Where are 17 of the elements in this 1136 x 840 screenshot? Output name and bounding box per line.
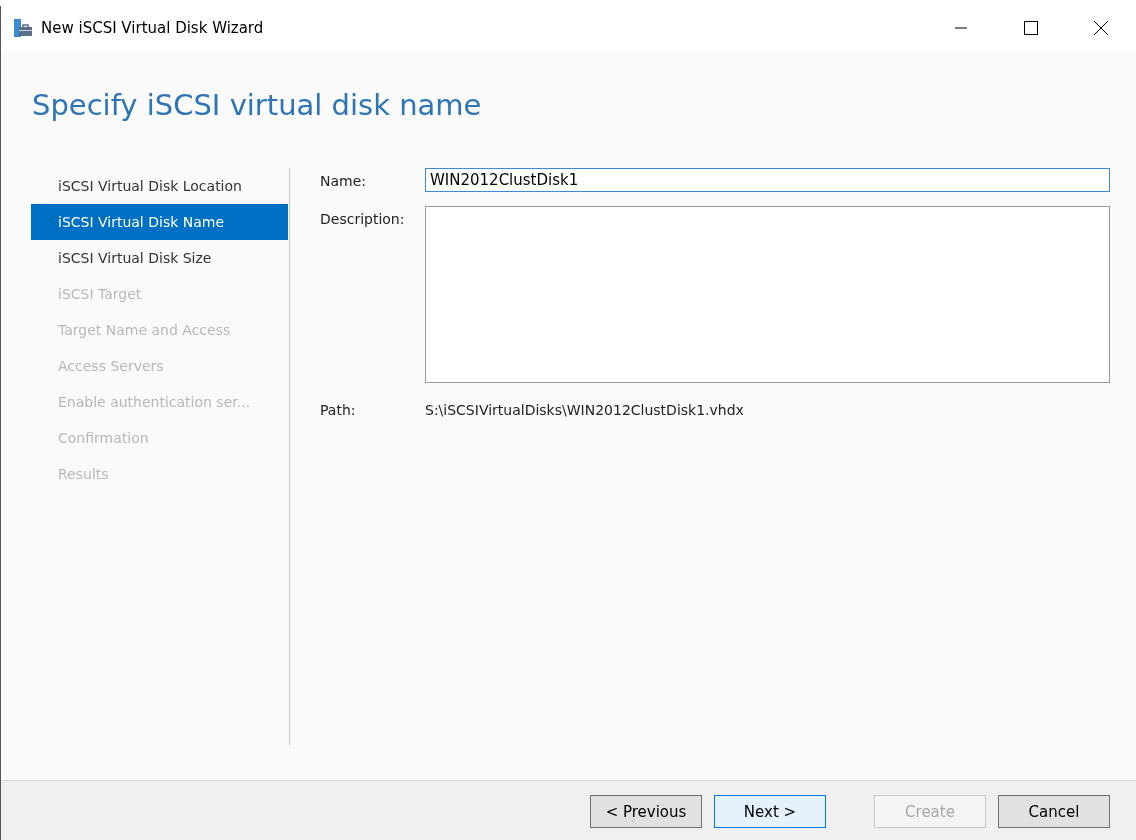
app-icon bbox=[13, 18, 33, 38]
field-label: Name: bbox=[320, 172, 368, 189]
wizard-button[interactable]: < Previous bbox=[590, 795, 702, 828]
window-title: New iSCSI Virtual Disk Wizard bbox=[41, 19, 264, 37]
description-field[interactable] bbox=[425, 206, 1110, 383]
close-icon[interactable] bbox=[1094, 21, 1108, 35]
wizard-button[interactable]: Cancel bbox=[998, 795, 1110, 828]
wizard-step[interactable]: iSCSI Virtual Disk Size bbox=[31, 240, 288, 276]
maximize-icon[interactable] bbox=[1024, 21, 1038, 35]
wizard-button[interactable]: Next > bbox=[714, 795, 826, 828]
wizard-step[interactable]: iSCSI Virtual Disk Location bbox=[31, 168, 288, 204]
wizard-step[interactable]: iSCSI Virtual Disk Name bbox=[31, 204, 288, 240]
page-heading: Specify iSCSI virtual disk name bbox=[31, 87, 483, 124]
field-label: Description: bbox=[320, 210, 406, 227]
name-field[interactable]: WIN2012ClustDisk1 bbox=[425, 168, 1110, 192]
path-value: S:\iSCSIVirtualDisks\WIN2012ClustDisk1.vhdx bbox=[425, 401, 744, 418]
field-label: Path: bbox=[320, 401, 357, 418]
